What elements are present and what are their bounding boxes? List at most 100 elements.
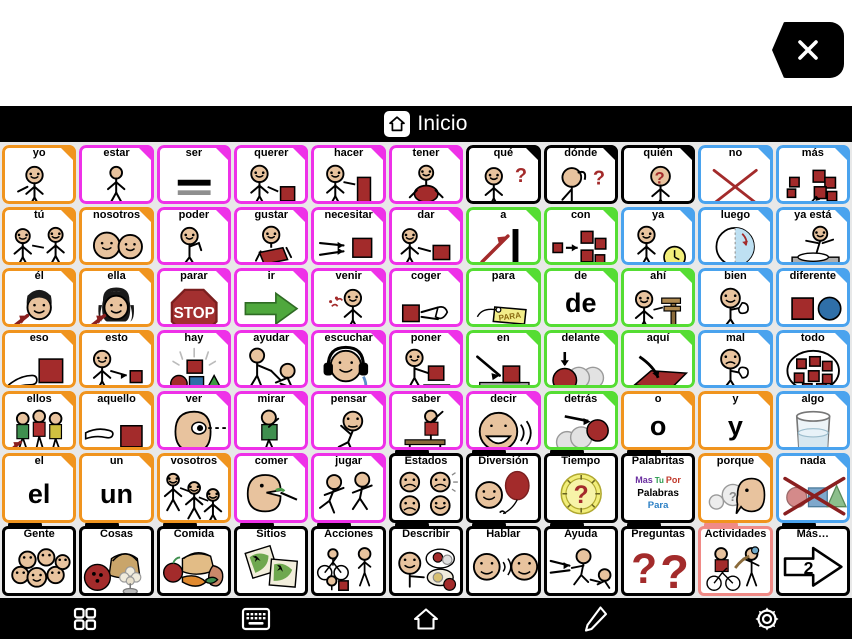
symbol-cell-cosas[interactable]: Cosas [79, 520, 154, 596]
symbol-cell-no[interactable]: no [698, 145, 773, 204]
symbol-cell-dar[interactable]: dar [388, 206, 464, 266]
symbol-cell-describir[interactable]: Describir [388, 520, 464, 596]
symbol-cell-nada[interactable]: nada [775, 452, 850, 523]
symbol-cell-algo[interactable]: algo [775, 391, 850, 450]
symbol-cell-todo[interactable]: todo [775, 329, 850, 389]
symbol-cell-necesitar[interactable]: necesitar [311, 206, 386, 266]
blocks-pile-arrow [776, 160, 850, 204]
symbol-cell-ya[interactable]: ya [620, 206, 696, 266]
close-button[interactable] [772, 22, 844, 78]
symbol-cell-qui-n[interactable]: quién? [620, 145, 696, 204]
symbol-cell-comida[interactable]: Comida [156, 520, 232, 596]
symbol-cell-venir[interactable]: venir [311, 268, 386, 327]
symbol-cell-bien[interactable]: bien [698, 268, 773, 327]
symbol-cell-ellos[interactable]: ellos [2, 391, 77, 450]
symbol-cell-y[interactable]: yy [698, 391, 773, 450]
symbol-cell-acciones[interactable]: Acciones [311, 520, 386, 596]
symbol-cell-tener[interactable]: tener [388, 145, 464, 204]
symbol-cell-ir[interactable]: ir [234, 268, 309, 327]
symbol-cell-ayuda[interactable]: Ayuda [543, 520, 618, 596]
symbol-label: venir [335, 270, 362, 283]
symbol-cell-el[interactable]: el el [2, 452, 77, 523]
symbol-cell-detr-s[interactable]: detrás [543, 391, 618, 450]
symbol-cell-aqu[interactable]: aquí [620, 329, 696, 389]
symbol-cell-hablar[interactable]: Hablar [466, 520, 541, 596]
symbol-cell-ya-est[interactable]: ya está [775, 206, 850, 266]
symbol-cell-ah[interactable]: ahí [620, 268, 696, 327]
symbol-cell-esto[interactable]: esto [79, 329, 154, 389]
two-question-marks: ?? [621, 540, 695, 596]
symbol-cell-de[interactable]: de de [543, 268, 618, 327]
symbol-cell-escuchar[interactable]: escuchar [311, 329, 386, 389]
symbol-cell-diversi-n[interactable]: Diversión [466, 447, 541, 523]
symbol-cell-pensar[interactable]: pensar [311, 391, 386, 450]
symbol-cell-qu[interactable]: qué ? [466, 145, 541, 204]
symbol-cell-nosotros[interactable]: nosotros [79, 206, 154, 266]
symbol-cell-decir[interactable]: decir [466, 391, 541, 450]
symbol-cell-jugar[interactable]: jugar [311, 452, 386, 523]
symbol-label: coger [411, 270, 441, 283]
keyboard-icon[interactable] [170, 598, 340, 639]
symbol-cell-l[interactable]: él [2, 268, 77, 327]
symbol-cell-porque[interactable]: porque? [698, 452, 773, 523]
symbol-cell-sitios[interactable]: Sitios [234, 520, 309, 596]
symbol-cell-mirar[interactable]: mirar [234, 391, 309, 450]
symbol-cell-con[interactable]: con [543, 206, 618, 266]
grid-icon[interactable] [0, 598, 170, 639]
symbol-cell-t[interactable]: tú [2, 206, 77, 266]
person-pointing-small-block [79, 344, 153, 389]
symbol-cell-un[interactable]: un un [79, 452, 154, 523]
symbol-cell-hay[interactable]: hay [156, 329, 232, 389]
symbol-label: quién [643, 147, 673, 159]
symbol-cell-yo[interactable]: yo [2, 145, 77, 204]
symbol-cell-d-nde[interactable]: dónde? [543, 145, 618, 204]
symbol-cell-eso[interactable]: eso [2, 329, 77, 389]
home-icon[interactable] [341, 598, 511, 639]
symbol-cell-preguntas[interactable]: Preguntas?? [620, 520, 696, 596]
symbol-cell-saber[interactable]: saber [388, 391, 464, 450]
symbol-cell-coger[interactable]: coger [388, 268, 464, 327]
symbol-cell-gente[interactable]: Gente [2, 520, 77, 596]
symbol-cell-gustar[interactable]: gustar [234, 206, 309, 266]
symbol-cell-diferente[interactable]: diferente [775, 268, 850, 327]
symbol-cell-aquello[interactable]: aquello [79, 391, 154, 450]
arrow-right-page-2: 2 [776, 540, 850, 596]
symbol-cell-poner[interactable]: poner [388, 329, 464, 389]
symbol-label: para [491, 270, 515, 283]
symbol-cell-hacer[interactable]: hacer [311, 145, 386, 204]
four-mood-faces [389, 467, 463, 523]
basket-ball-flower [79, 540, 153, 596]
svg-text:?: ? [631, 546, 657, 593]
symbol-cell-en[interactable]: en [466, 329, 541, 389]
symbol-label: nada [799, 454, 826, 467]
symbol-cell-m-s[interactable]: más [775, 145, 850, 204]
symbol-cell-parar[interactable]: parar STOP [156, 268, 232, 327]
symbol-cell-estar[interactable]: estar [79, 145, 154, 204]
pencil-icon[interactable] [511, 598, 681, 639]
symbol-label: hacer [333, 147, 364, 159]
gear-icon[interactable] [682, 598, 852, 639]
symbol-cell-querer[interactable]: querer [234, 145, 309, 204]
symbol-label: yo [32, 147, 46, 159]
symbol-cell-mal[interactable]: mal [698, 329, 773, 389]
symbol-cell-ser[interactable]: ser [156, 145, 232, 204]
symbol-cell-palabritas[interactable]: Palabritas Mas Tu Por Palabras Para [620, 447, 696, 523]
symbol-cell-actividades[interactable]: Actividades [698, 520, 773, 596]
symbol-cell-delante[interactable]: delante [543, 329, 618, 389]
symbol-cell-o[interactable]: oo [620, 391, 696, 450]
symbol-cell-comer[interactable]: comer [234, 452, 309, 523]
person-holding-block [389, 160, 463, 204]
symbol-cell-a[interactable]: a [466, 206, 541, 266]
symbol-cell-luego[interactable]: luego [698, 206, 773, 266]
symbol-label: qué [493, 147, 514, 159]
symbol-cell-ayudar[interactable]: ayudar [234, 329, 309, 389]
symbol-cell-ver[interactable]: ver [156, 391, 232, 450]
symbol-cell-vosotros[interactable]: vosotros [156, 452, 232, 523]
symbol-cell-para[interactable]: para PARA [466, 268, 541, 327]
red-x-cross [698, 160, 772, 204]
symbol-cell-ella[interactable]: ella [79, 268, 154, 327]
symbol-cell-poder[interactable]: poder [156, 206, 232, 266]
symbol-cell-m-s[interactable]: Más… 2 [775, 520, 850, 596]
symbol-cell-tiempo[interactable]: Tiempo? [543, 447, 618, 523]
symbol-cell-estados[interactable]: Estados [388, 447, 464, 523]
